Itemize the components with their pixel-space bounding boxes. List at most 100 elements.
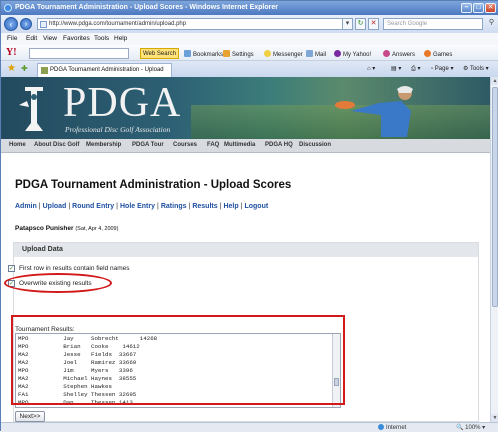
zoom-level[interactable]: 🔍 100% ▾ [456, 424, 485, 431]
minimize-button[interactable]: – [461, 3, 472, 13]
bookmarks-button[interactable]: Bookmarks [184, 50, 223, 58]
tools-menu[interactable]: ⚙ Tools ▾ [463, 65, 489, 72]
link-help[interactable]: Help [223, 203, 238, 210]
site-nav: Home About Disc Golf Membership PDGA Tou… [1, 139, 490, 153]
disc-golf-logo-icon [19, 87, 43, 131]
nav-courses[interactable]: Courses [173, 142, 197, 148]
bookmarks-icon [184, 50, 191, 57]
address-dropdown-button[interactable]: ▾ [342, 18, 353, 30]
settings-button[interactable]: Settings [223, 50, 254, 58]
link-separator: | [38, 203, 41, 210]
messenger-button[interactable]: Messenger [264, 50, 303, 58]
overwrite-highlight [4, 273, 112, 293]
nav-pdga-tour[interactable]: PDGA Tour [132, 142, 164, 148]
feeds-icon[interactable]: ▤ ▾ [391, 65, 401, 72]
search-icon[interactable]: ⚲ [486, 18, 497, 30]
tab-row: ★ ✚ PDGA Tournament Administration - Upl… [1, 61, 498, 85]
event-name: Patapsco Punisher [15, 225, 74, 232]
yahoo-logo[interactable]: Y! [6, 47, 17, 58]
address-field[interactable]: http://www.pdga.com/tournament/admin/upl… [37, 18, 350, 30]
answers-icon [383, 50, 390, 57]
menu-favorites[interactable]: Favorites [63, 35, 90, 42]
back-button[interactable]: ‹ [4, 17, 18, 31]
my-yahoo-icon [334, 50, 341, 57]
results-highlight [11, 315, 345, 405]
link-separator: | [157, 203, 159, 210]
menu-view[interactable]: View [43, 35, 57, 42]
stop-icon[interactable]: ✕ [368, 18, 379, 30]
link-round-entry[interactable]: Round Entry [72, 203, 114, 210]
title-bar: PDGA Tournament Administration - Upload … [1, 1, 498, 15]
mail-button[interactable]: Mail [306, 50, 326, 58]
forward-button[interactable]: › [20, 18, 32, 30]
event-date: (Sat, Apr 4, 2009) [75, 226, 119, 232]
banner-subtitle: Professional Disc Golf Association [65, 125, 171, 134]
link-separator: | [116, 203, 118, 210]
page-menu[interactable]: ▫ Page ▾ [431, 65, 454, 72]
nav-multimedia[interactable]: Multimedia [224, 142, 255, 148]
link-hole-entry[interactable]: Hole Entry [120, 203, 155, 210]
page-scrollbar[interactable]: ▲ ▼ [490, 77, 498, 422]
my-yahoo-button[interactable]: My Yahoo! [334, 50, 371, 58]
upload-data-header: Upload Data [14, 243, 478, 257]
ie-logo-icon [4, 4, 12, 12]
page-viewport: PDGA Professional Disc Golf Association … [1, 77, 490, 422]
nav-discussion[interactable]: Discussion [299, 142, 331, 148]
print-icon[interactable]: ⎙ ▾ [411, 65, 420, 73]
link-separator: | [219, 203, 222, 210]
close-button[interactable]: ✕ [485, 3, 496, 13]
security-zone: Internet [378, 424, 406, 431]
favorites-star-icon[interactable]: ★ [7, 63, 16, 74]
address-row: ‹ › http://www.pdga.com/tournament/admin… [1, 15, 498, 33]
refresh-icon[interactable]: ↻ [355, 18, 366, 30]
games-icon [424, 50, 431, 57]
link-upload[interactable]: Upload [43, 203, 67, 210]
link-results[interactable]: Results [192, 203, 217, 210]
link-separator: | [68, 203, 71, 210]
window-title: PDGA Tournament Administration - Upload … [15, 4, 278, 11]
pdga-logo-text: PDGA [63, 80, 182, 126]
yahoo-search-input[interactable] [29, 48, 129, 59]
first-row-label: First row in results contain field names [19, 265, 130, 272]
menu-file[interactable]: File [7, 35, 17, 42]
nav-home[interactable]: Home [9, 142, 26, 148]
disc-golfer-image [335, 86, 413, 137]
menu-help[interactable]: Help [114, 35, 127, 42]
page-title: PDGA Tournament Administration - Upload … [15, 179, 292, 191]
menu-edit[interactable]: Edit [26, 35, 37, 42]
address-url: http://www.pdga.com/tournament/admin/upl… [49, 21, 187, 27]
nav-faq[interactable]: FAQ [207, 142, 219, 148]
globe-icon [378, 424, 384, 430]
pdga-banner: PDGA Professional Disc Golf Association [1, 77, 490, 139]
link-separator: | [240, 203, 243, 210]
event-line: Patapsco Punisher (Sat, Apr 4, 2009) [15, 225, 118, 232]
link-admin[interactable]: Admin [15, 203, 37, 210]
maximize-button[interactable]: □ [473, 3, 484, 13]
page-scroll-thumb[interactable] [492, 87, 498, 307]
link-ratings[interactable]: Ratings [161, 203, 187, 210]
messenger-icon [264, 50, 271, 57]
admin-links: Admin | Upload | Round Entry | Hole Entry | Rati… [15, 203, 268, 210]
web-search-button[interactable]: Web Search [140, 48, 179, 59]
link-logout[interactable]: Logout [244, 203, 268, 210]
answers-button[interactable]: Answers [383, 50, 415, 58]
games-button[interactable]: Games [424, 50, 452, 58]
mail-icon [306, 50, 313, 57]
nav-about[interactable]: About Disc Golf [34, 142, 79, 148]
nav-pdga-hq[interactable]: PDGA HQ [265, 142, 293, 148]
home-icon[interactable]: ⌂ ▾ [367, 65, 375, 72]
tab-upload-scores[interactable]: PDGA Tournament Administration - Upload … [37, 63, 172, 85]
search-input[interactable]: Search Google [383, 18, 483, 30]
nav-membership[interactable]: Membership [86, 142, 121, 148]
scroll-up-icon[interactable]: ▲ [491, 77, 498, 85]
yahoo-toolbar: Y! Web Search Bookmarks Settings Messeng… [1, 45, 498, 61]
next-button[interactable]: Next>> [15, 411, 45, 422]
scroll-down-icon[interactable]: ▼ [491, 414, 498, 422]
menu-bar: File Edit View Favorites Tools Help [1, 33, 498, 45]
add-favorites-icon[interactable]: ✚ [21, 64, 28, 73]
tab-favicon [41, 67, 48, 74]
settings-icon [223, 50, 230, 57]
link-separator: | [188, 203, 191, 210]
menu-tools[interactable]: Tools [94, 35, 109, 42]
first-row-checkbox[interactable]: ✓ [8, 265, 15, 272]
